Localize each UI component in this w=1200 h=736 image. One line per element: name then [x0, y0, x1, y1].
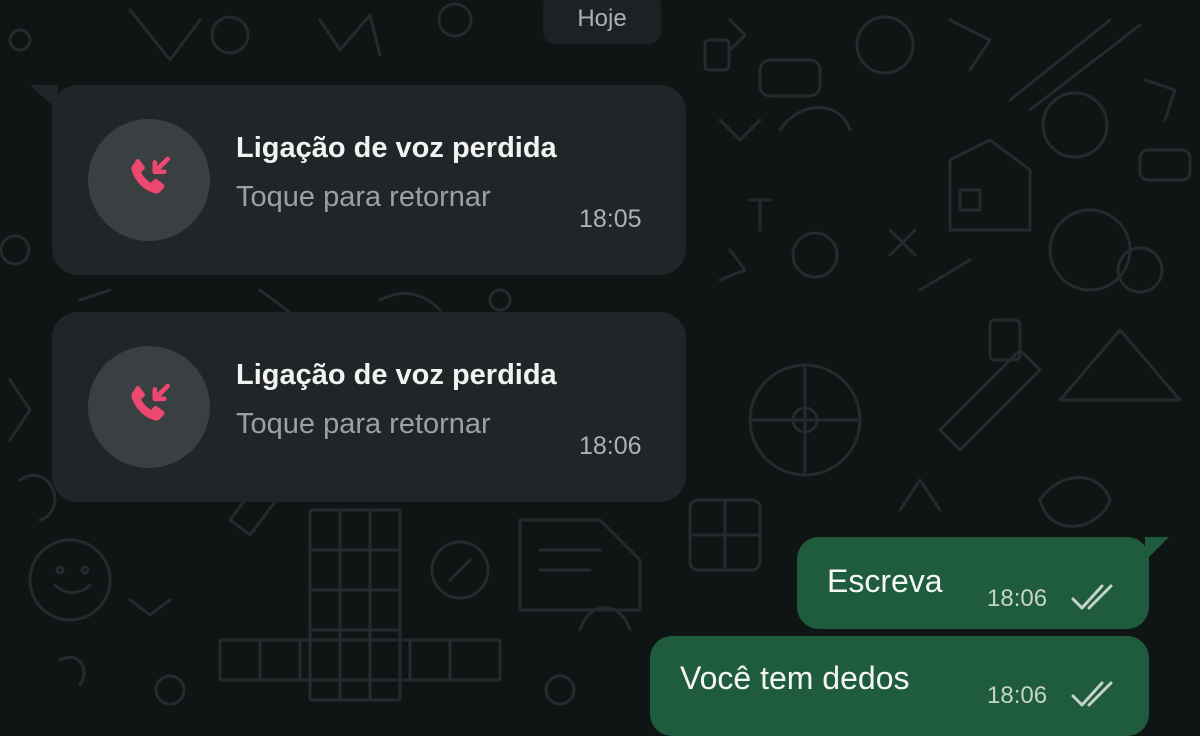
missed-call-subtitle: Toque para retornar: [236, 408, 491, 440]
missed-call-message[interactable]: Ligação de voz perdida Toque para retorn…: [30, 85, 686, 275]
message-time: 18:06: [987, 585, 1048, 612]
missed-call-icon-circle: [88, 119, 210, 241]
missed-call-icon: [131, 156, 171, 194]
outgoing-message[interactable]: Escreva 18:06: [797, 537, 1169, 629]
missed-call-subtitle: Toque para retornar: [236, 181, 491, 213]
missed-call-icon: [131, 383, 171, 421]
outgoing-message[interactable]: Você tem dedos 18:06: [650, 636, 1149, 736]
double-check-icon: [1071, 681, 1113, 707]
message-time: 18:05: [579, 205, 642, 233]
message-time: 18:06: [579, 432, 642, 460]
message-text: Escreva: [827, 563, 943, 599]
missed-call-title: Ligação de voz perdida: [236, 359, 557, 391]
missed-call-icon-circle: [88, 346, 210, 468]
date-separator-label: Hoje: [577, 5, 627, 32]
message-text: Você tem dedos: [680, 660, 910, 696]
message-time: 18:06: [987, 682, 1048, 709]
date-separator: Hoje: [543, 0, 661, 44]
double-check-icon: [1071, 584, 1113, 610]
missed-call-message[interactable]: Ligação de voz perdida Toque para retorn…: [52, 312, 686, 502]
missed-call-title: Ligação de voz perdida: [236, 132, 557, 164]
